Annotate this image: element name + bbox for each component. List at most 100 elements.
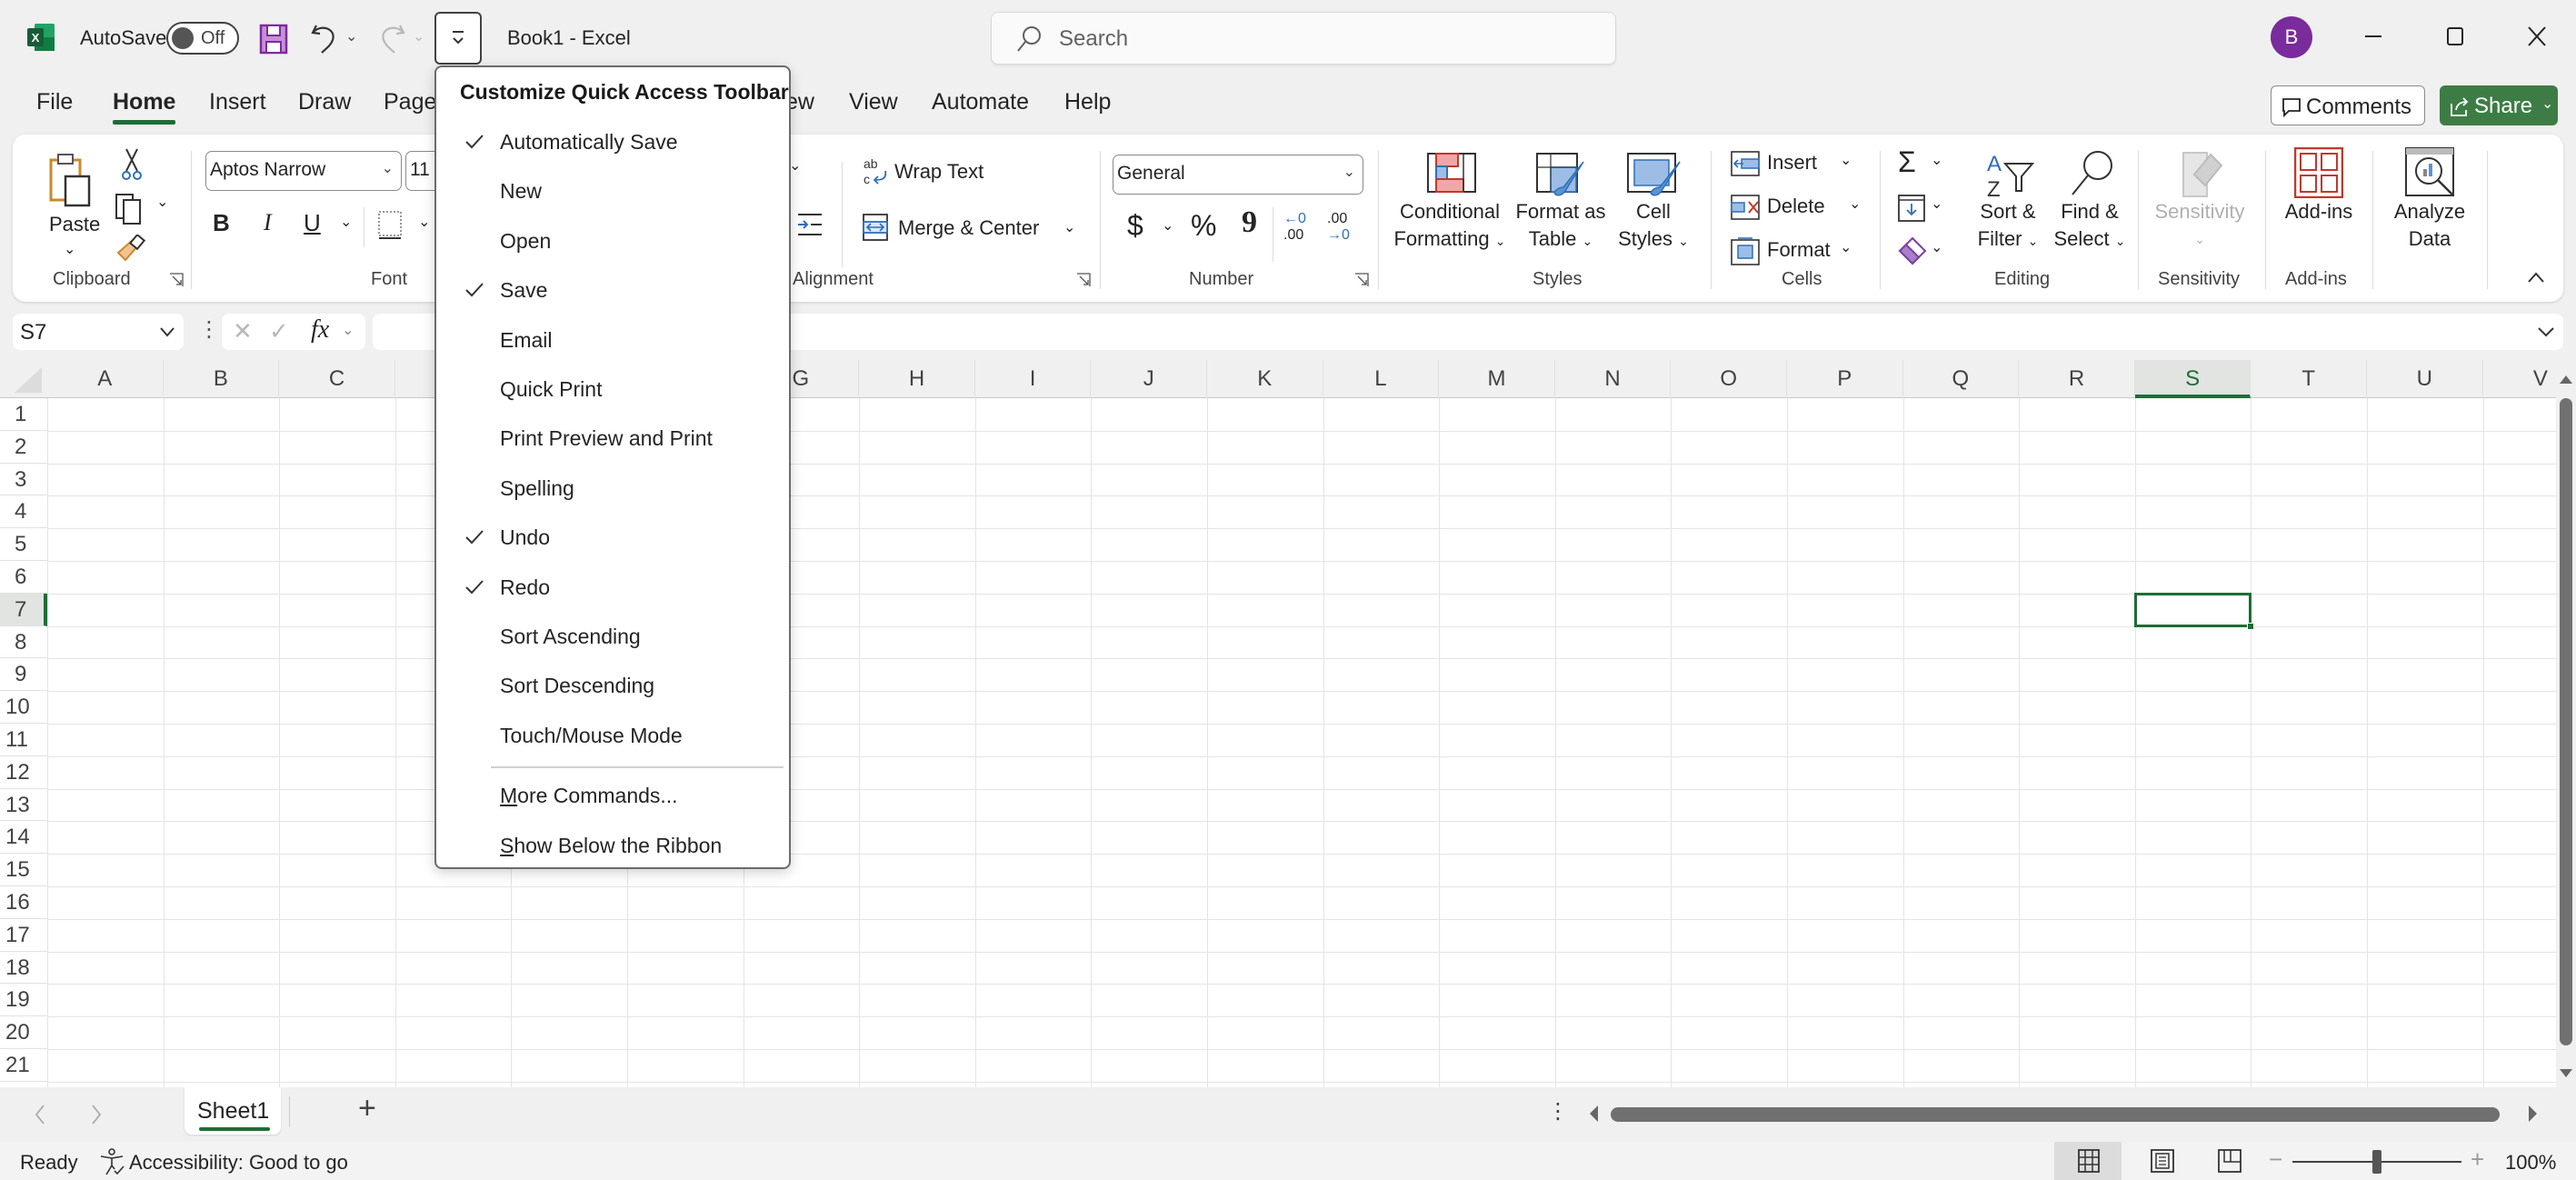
bold-button[interactable]: B [213, 209, 230, 237]
delete-cells-button[interactable]: Delete ⌄ [1731, 189, 1867, 225]
more-commands-item[interactable]: More Commands... [436, 772, 789, 821]
alignment-launcher-icon[interactable] [1076, 273, 1091, 287]
horizontal-scroll-thumb[interactable] [1611, 1107, 2500, 1122]
column-header-r[interactable]: R [2019, 360, 2135, 398]
chevron-down-icon[interactable]: ⌄ [342, 321, 354, 339]
row-header-13[interactable]: 13 [0, 789, 47, 822]
row-header-15[interactable]: 15 [0, 854, 47, 886]
spreadsheet-grid[interactable]: ABCDEFGHIJKLMNOPQRSTUV 12345678910111213… [0, 360, 2556, 1087]
share-button[interactable]: Share ⌄ [2440, 85, 2558, 125]
percent-button[interactable]: % [1191, 209, 1216, 243]
zoom-in-button[interactable]: + [2471, 1145, 2484, 1174]
menu-item-undo[interactable]: Undo [436, 514, 789, 563]
underline-button[interactable]: U [304, 209, 321, 237]
accessibility-status[interactable]: Accessibility: Good to go [129, 1151, 348, 1175]
wrap-text-button[interactable]: ab c Wrap Text [862, 153, 1025, 189]
tab-insert[interactable]: Insert [209, 89, 266, 115]
maximize-button[interactable] [2441, 18, 2469, 55]
currency-dropdown-icon[interactable]: ⌄ [1162, 216, 1173, 235]
clipboard-launcher-icon[interactable] [169, 273, 184, 287]
sheet-tab-sheet1[interactable]: Sheet1 [185, 1087, 281, 1135]
next-sheet-icon[interactable] [89, 1102, 104, 1127]
page-break-view-button[interactable] [2209, 1142, 2251, 1180]
row-header-2[interactable]: 2 [0, 431, 47, 464]
row-header-4[interactable]: 4 [0, 495, 47, 529]
row-header-6[interactable]: 6 [0, 561, 47, 594]
row-header-12[interactable]: 12 [0, 756, 47, 789]
scroll-left-icon[interactable] [1587, 1104, 1600, 1124]
column-header-s[interactable]: S [2134, 360, 2252, 398]
sort-filter-button[interactable]: AZ Sort & Filter ⌄ [1967, 144, 2049, 262]
currency-button[interactable]: $ [1127, 209, 1143, 243]
clear-button[interactable]: ⌄ [1898, 233, 1952, 269]
format-as-table-button[interactable]: Format as Table ⌄ [1513, 144, 1609, 262]
row-header-3[interactable]: 3 [0, 464, 47, 496]
comma-style-button[interactable]: 9 [1242, 205, 1257, 240]
column-header-q[interactable]: Q [1903, 360, 2020, 398]
copy-icon[interactable] [115, 193, 145, 225]
decrease-decimal-button[interactable]: .00 →0 [1327, 211, 1363, 256]
column-header-t[interactable]: T [2251, 360, 2367, 398]
row-header-7[interactable]: 7 [0, 593, 47, 626]
column-header-n[interactable]: N [1555, 360, 1672, 398]
normal-view-button[interactable] [2054, 1142, 2122, 1180]
row-header-5[interactable]: 5 [0, 528, 47, 561]
redo-icon[interactable] [376, 22, 407, 55]
tab-split-handle[interactable]: ⋮ [1547, 1098, 1569, 1125]
increase-decimal-button[interactable]: ←0 .00 [1283, 211, 1320, 256]
analyze-data-button[interactable]: Analyze Data [2380, 144, 2480, 262]
collapse-ribbon-icon[interactable] [2527, 271, 2545, 284]
menu-item-sort-ascending[interactable]: Sort Ascending [436, 613, 789, 662]
fill-button[interactable]: ⌄ [1898, 189, 1952, 225]
row-header-16[interactable]: 16 [0, 886, 47, 919]
row-header-21[interactable]: 21 [0, 1049, 47, 1082]
tab-automate[interactable]: Automate [932, 89, 1029, 115]
search-box[interactable]: Search [991, 12, 1616, 65]
expand-formula-bar-icon[interactable] [2536, 325, 2556, 339]
menu-item-touch-mouse-mode[interactable]: Touch/Mouse Mode [436, 712, 789, 761]
underline-dropdown-icon[interactable]: ⌄ [340, 213, 352, 231]
menu-item-spelling[interactable]: Spelling [436, 465, 789, 514]
comments-button[interactable]: Comments [2271, 85, 2425, 125]
row-header-20[interactable]: 20 [0, 1016, 47, 1049]
previous-sheet-icon[interactable] [33, 1102, 47, 1127]
menu-item-save[interactable]: Save [436, 266, 789, 315]
zoom-slider-thumb[interactable] [2372, 1150, 2381, 1174]
more-options-icon[interactable]: ⋮ [198, 316, 220, 343]
orientation-dropdown-icon[interactable]: ⌄ [789, 156, 801, 175]
format-cells-button[interactable]: Format ⌄ [1731, 233, 1867, 269]
column-header-i[interactable]: I [975, 360, 1092, 398]
vertical-scroll-thumb[interactable] [2560, 398, 2572, 1045]
row-header-18[interactable]: 18 [0, 952, 47, 985]
tab-page-layout[interactable]: Page [384, 89, 436, 115]
scroll-down-icon[interactable] [2558, 1067, 2574, 1080]
number-format-combo[interactable]: General ⌄ [1113, 155, 1363, 195]
autosave-toggle[interactable]: Off [166, 22, 239, 55]
zoom-level[interactable]: 100% [2505, 1151, 2556, 1175]
column-header-c[interactable]: C [279, 360, 395, 398]
column-header-k[interactable]: K [1207, 360, 1323, 398]
row-header-14[interactable]: 14 [0, 821, 47, 855]
undo-icon[interactable] [309, 22, 340, 55]
customize-qat-button[interactable] [434, 12, 482, 65]
selected-cell[interactable] [2133, 592, 2255, 630]
autosum-button[interactable]: Σ ⌄ [1898, 145, 1952, 182]
menu-item-print-preview-and-print[interactable]: Print Preview and Print [436, 415, 789, 464]
column-header-o[interactable]: O [1671, 360, 1787, 398]
tab-file[interactable]: File [36, 89, 73, 115]
find-select-button[interactable]: Find & Select ⌄ [2049, 144, 2131, 262]
tab-draw[interactable]: Draw [298, 89, 351, 115]
add-ins-button[interactable]: Add-ins [2271, 144, 2367, 262]
insert-function-icon[interactable]: fx [311, 315, 329, 345]
column-header-l[interactable]: L [1323, 360, 1440, 398]
italic-button[interactable]: I [264, 209, 272, 236]
tab-home[interactable]: Home [113, 89, 176, 125]
insert-cells-button[interactable]: Insert ⌄ [1731, 145, 1858, 182]
menu-item-new[interactable]: New [436, 167, 789, 216]
format-painter-icon[interactable] [115, 235, 145, 267]
redo-dropdown-icon[interactable]: ⌄ [413, 27, 424, 45]
undo-dropdown-icon[interactable]: ⌄ [345, 27, 357, 45]
menu-item-redo[interactable]: Redo [436, 564, 789, 613]
menu-item-quick-print[interactable]: Quick Print [436, 365, 789, 415]
menu-item-email[interactable]: Email [436, 316, 789, 365]
